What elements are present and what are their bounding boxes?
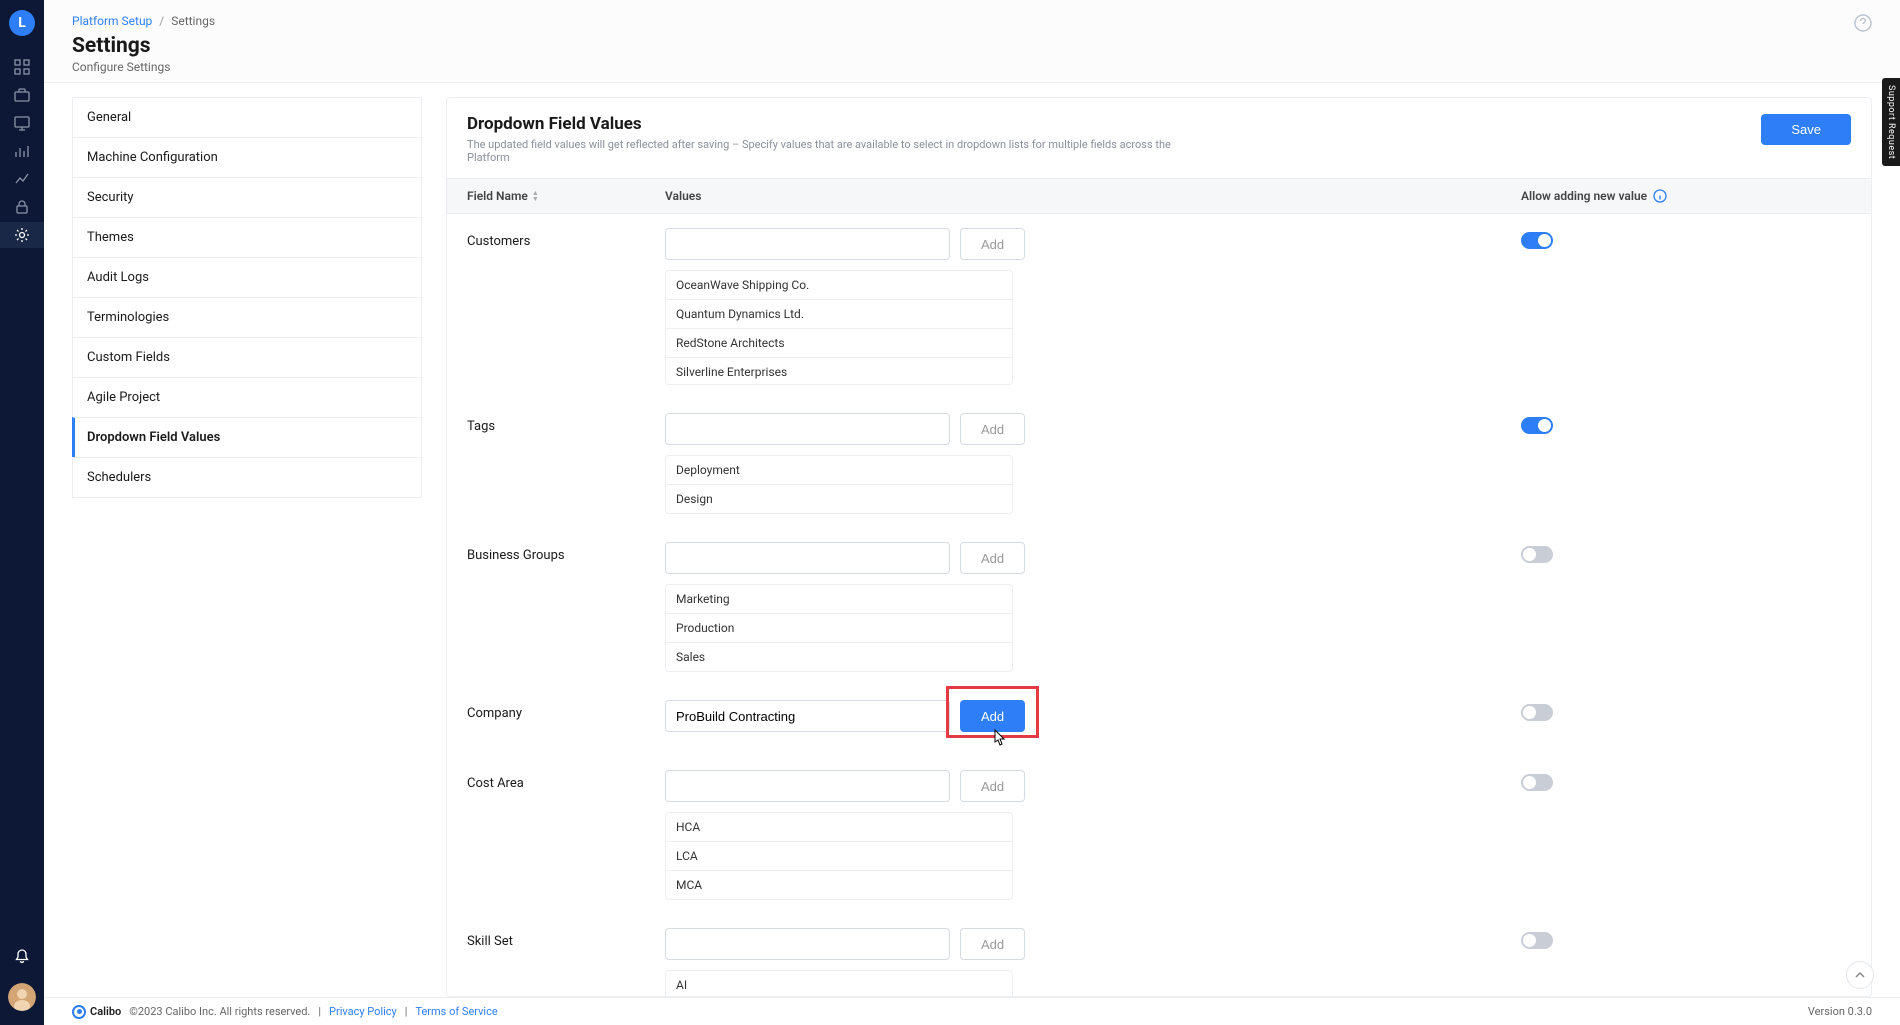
value-item[interactable]: AI bbox=[666, 971, 1012, 996]
briefcase-icon[interactable] bbox=[0, 82, 44, 108]
value-input-cost-area[interactable] bbox=[665, 770, 950, 802]
field-name-label: Company bbox=[467, 700, 665, 721]
value-item[interactable]: HCA bbox=[666, 813, 1012, 842]
breadcrumb-parent[interactable]: Platform Setup bbox=[72, 14, 152, 28]
side-menu-item-terminologies[interactable]: Terminologies bbox=[72, 297, 422, 338]
field-name-label: Cost Area bbox=[467, 770, 665, 791]
value-item[interactable]: Marketing bbox=[666, 585, 1012, 614]
value-list-customers[interactable]: OceanWave Shipping Co.Quantum Dynamics L… bbox=[665, 270, 1013, 385]
value-input-company[interactable] bbox=[665, 700, 950, 732]
field-name-label: Skill Set bbox=[467, 928, 665, 949]
side-menu-item-security[interactable]: Security bbox=[72, 177, 422, 218]
footer: Calibo ©2023 Calibo Inc. All rights rese… bbox=[44, 997, 1900, 1025]
value-list-business-groups: MarketingProductionSales bbox=[665, 584, 1013, 672]
field-row-skill-set: Skill Set Add AI bbox=[447, 914, 1871, 996]
side-menu-item-schedulers[interactable]: Schedulers bbox=[72, 457, 422, 498]
add-button-business-groups[interactable]: Add bbox=[960, 542, 1025, 574]
field-row-cost-area: Cost Area Add HCALCAMCA bbox=[447, 756, 1871, 914]
value-input-business-groups[interactable] bbox=[665, 542, 950, 574]
value-item[interactable]: Sales bbox=[666, 643, 1012, 671]
value-input-customers[interactable] bbox=[665, 228, 950, 260]
column-header-field[interactable]: Field Name bbox=[467, 189, 528, 203]
value-list-tags: DeploymentDesign bbox=[665, 455, 1013, 514]
allow-toggle-skill-set[interactable] bbox=[1521, 932, 1553, 949]
footer-copyright: ©2023 Calibo Inc. All rights reserved. bbox=[129, 1005, 310, 1018]
support-request-tab[interactable]: Support Request bbox=[1882, 78, 1900, 166]
dashboard-icon[interactable] bbox=[0, 54, 44, 80]
breadcrumb-current: Settings bbox=[171, 14, 215, 28]
brand-logo[interactable]: L bbox=[9, 10, 35, 36]
value-item[interactable]: Silverline Enterprises bbox=[666, 358, 1012, 385]
field-row-customers: Customers Add OceanWave Shipping Co.Quantu… bbox=[447, 214, 1871, 399]
settings-icon[interactable] bbox=[0, 222, 44, 248]
field-name-label: Business Groups bbox=[467, 542, 665, 563]
scroll-to-top-button[interactable] bbox=[1846, 961, 1874, 989]
allow-toggle-customers[interactable] bbox=[1521, 232, 1553, 249]
value-list-cost-area: HCALCAMCA bbox=[665, 812, 1013, 900]
value-item[interactable]: Design bbox=[666, 485, 1012, 513]
value-input-tags[interactable] bbox=[665, 413, 950, 445]
settings-side-menu: GeneralMachine ConfigurationSecurityThem… bbox=[72, 97, 422, 997]
side-menu-item-agile-project[interactable]: Agile Project bbox=[72, 377, 422, 418]
value-item[interactable]: OceanWave Shipping Co. bbox=[666, 271, 1012, 300]
side-menu-item-machine-configuration[interactable]: Machine Configuration bbox=[72, 137, 422, 178]
notifications-icon[interactable] bbox=[0, 943, 44, 969]
panel-title: Dropdown Field Values bbox=[467, 114, 1187, 134]
breadcrumb: Platform Setup / Settings bbox=[72, 14, 1872, 28]
nav-rail: L bbox=[0, 0, 44, 1025]
value-input-skill-set[interactable] bbox=[665, 928, 950, 960]
dropdown-values-panel: Dropdown Field Values The updated field … bbox=[446, 97, 1872, 997]
allow-toggle-company[interactable] bbox=[1521, 704, 1553, 721]
field-row-business-groups: Business Groups Add MarketingProductionSal… bbox=[447, 528, 1871, 686]
allow-toggle-business-groups[interactable] bbox=[1521, 546, 1553, 563]
field-row-company: Company Add bbox=[447, 686, 1871, 756]
version-label: Version 0.3.0 bbox=[1808, 1005, 1872, 1018]
panel-description: The updated field values will get reflec… bbox=[467, 138, 1187, 164]
value-item[interactable]: Deployment bbox=[666, 456, 1012, 485]
value-item[interactable]: RedStone Architects bbox=[666, 329, 1012, 358]
privacy-link[interactable]: Privacy Policy bbox=[329, 1005, 397, 1018]
save-button[interactable]: Save bbox=[1761, 114, 1851, 145]
chart-icon[interactable] bbox=[0, 166, 44, 192]
lock-icon[interactable] bbox=[0, 194, 44, 220]
field-row-tags: Tags Add DeploymentDesign bbox=[447, 399, 1871, 528]
column-header-values: Values bbox=[665, 189, 1521, 203]
value-item[interactable]: LCA bbox=[666, 842, 1012, 871]
value-item[interactable]: Production bbox=[666, 614, 1012, 643]
user-avatar[interactable] bbox=[8, 983, 36, 1011]
footer-brand[interactable]: Calibo bbox=[72, 1005, 121, 1019]
field-name-label: Customers bbox=[467, 228, 665, 249]
add-button-tags[interactable]: Add bbox=[960, 413, 1025, 445]
column-header-allow: Allow adding new value bbox=[1521, 189, 1647, 203]
add-button-customers[interactable]: Add bbox=[960, 228, 1025, 260]
page-subtitle: Configure Settings bbox=[72, 60, 1872, 74]
add-button-company[interactable]: Add bbox=[960, 700, 1025, 732]
help-icon[interactable] bbox=[1854, 14, 1872, 32]
page-title: Settings bbox=[72, 34, 1872, 58]
side-menu-item-audit-logs[interactable]: Audit Logs bbox=[72, 257, 422, 298]
monitor-icon[interactable] bbox=[0, 110, 44, 136]
top-header: Platform Setup / Settings Settings Confi… bbox=[44, 0, 1900, 83]
add-button-skill-set[interactable]: Add bbox=[960, 928, 1025, 960]
allow-toggle-cost-area[interactable] bbox=[1521, 774, 1553, 791]
analytics-icon[interactable] bbox=[0, 138, 44, 164]
field-name-label: Tags bbox=[467, 413, 665, 434]
terms-link[interactable]: Terms of Service bbox=[415, 1005, 497, 1018]
value-list-skill-set[interactable]: AI bbox=[665, 970, 1013, 996]
side-menu-item-themes[interactable]: Themes bbox=[72, 217, 422, 258]
side-menu-item-general[interactable]: General bbox=[72, 97, 422, 138]
side-menu-item-dropdown-field-values[interactable]: Dropdown Field Values bbox=[72, 417, 422, 458]
info-icon[interactable] bbox=[1653, 189, 1667, 203]
add-button-cost-area[interactable]: Add bbox=[960, 770, 1025, 802]
allow-toggle-tags[interactable] bbox=[1521, 417, 1553, 434]
side-menu-item-custom-fields[interactable]: Custom Fields bbox=[72, 337, 422, 378]
value-item[interactable]: MCA bbox=[666, 871, 1012, 899]
sort-icon[interactable]: ▲▼ bbox=[532, 190, 539, 202]
value-item[interactable]: Quantum Dynamics Ltd. bbox=[666, 300, 1012, 329]
